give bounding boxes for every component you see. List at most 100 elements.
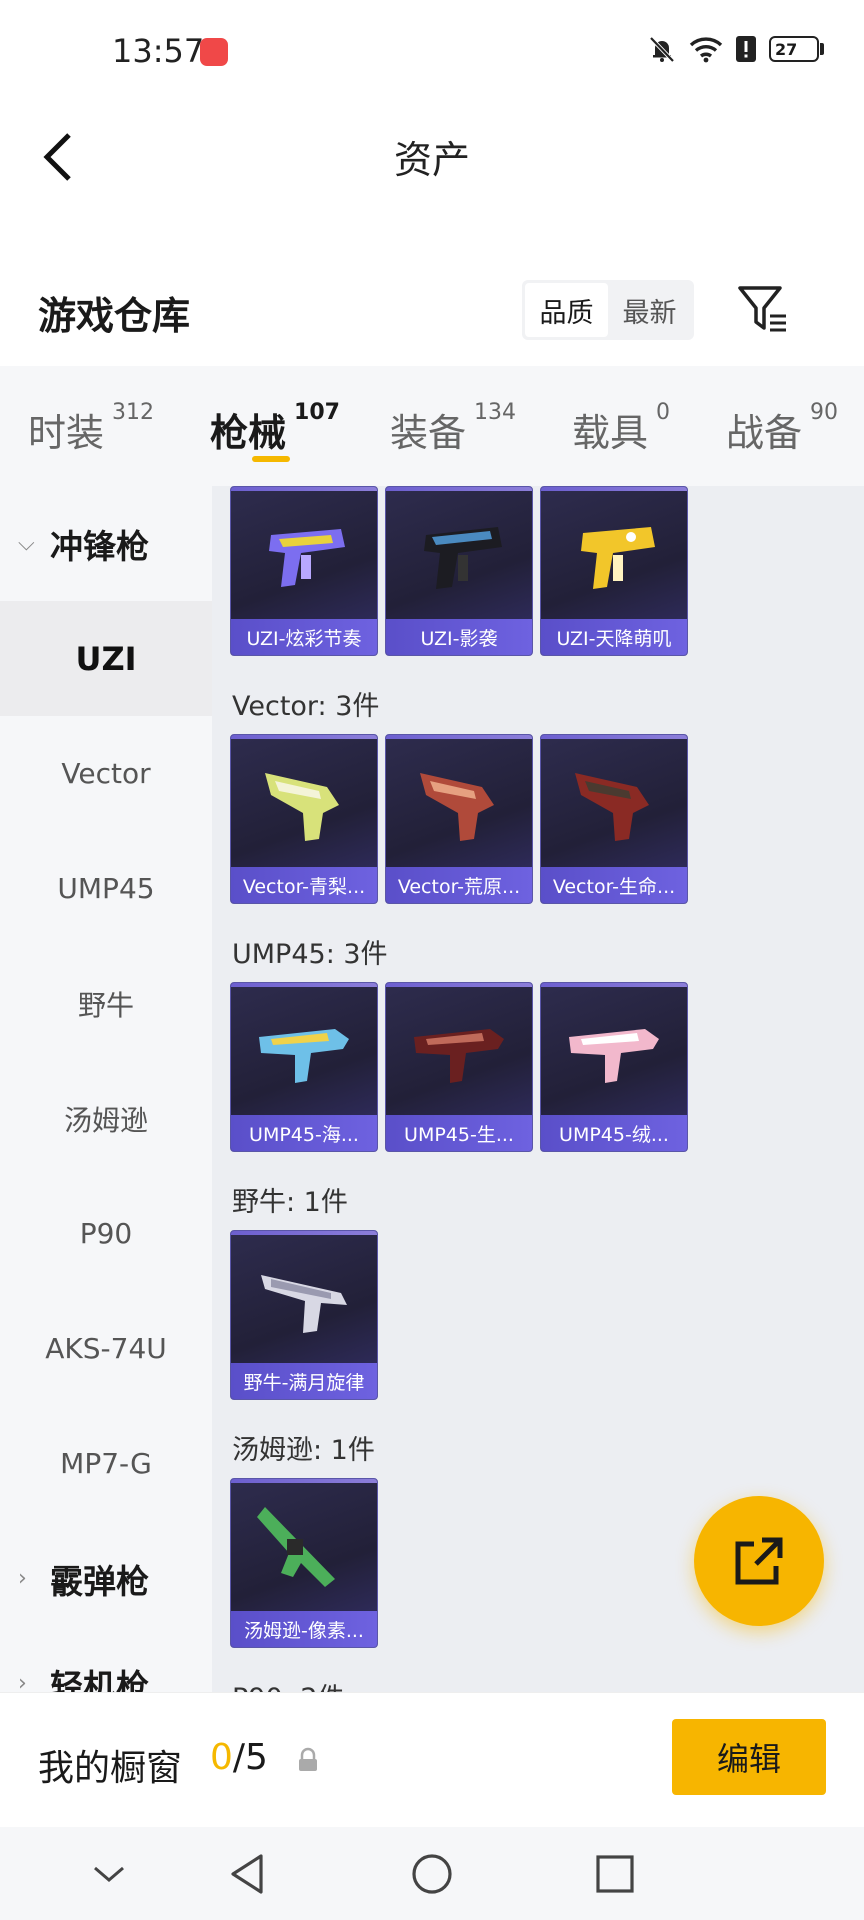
skin-row-ump45: UMP45-海... UMP45-生... UMP45-绒... [230, 982, 688, 1152]
skin-card[interactable]: UMP45-生... [385, 982, 533, 1152]
skin-card[interactable]: UMP45-绒... [540, 982, 688, 1152]
sidebar-item-p90[interactable]: P90 [0, 1176, 212, 1291]
skin-row-vector: Vector-青梨... Vector-荒原... Vector-生命... [230, 734, 688, 904]
bizon-gun-art [261, 1275, 347, 1333]
sort-toggle: 品质 最新 [522, 280, 694, 340]
tab-equipment[interactable]: 装备 134 [390, 400, 517, 457]
sidebar-item-uzi[interactable]: UZI [0, 601, 212, 716]
weapon-type-sidebar: ⌵ 冲锋枪 UZI Vector UMP45 野牛 汤姆逊 P90 AKS-74… [0, 486, 212, 1692]
battery-icon: 27 [769, 36, 824, 62]
sidebar-item-aks74u[interactable]: AKS-74U [0, 1291, 212, 1406]
sidebar-item-ump45[interactable]: UMP45 [0, 831, 212, 946]
skin-card-label: Vector-生命... [541, 867, 687, 903]
system-nav-bar [0, 1827, 864, 1920]
showcase-label: 我的橱窗 [38, 1748, 183, 1789]
tab-label: 时装 [28, 411, 105, 455]
wifi-icon [689, 37, 723, 63]
sidebar-group-label: 轻机枪 [50, 1666, 149, 1693]
tab-count: 0 [656, 400, 671, 425]
skin-row-bizon: 野牛-满月旋律 [230, 1230, 378, 1400]
tab-count: 312 [112, 400, 155, 425]
sidebar-group-shotgun[interactable]: › 霰弹枪 [0, 1521, 212, 1636]
tab-vehicles[interactable]: 载具 0 [572, 400, 671, 457]
sidebar-item-thompson[interactable]: 汤姆逊 [0, 1061, 212, 1176]
nav-back-button[interactable] [222, 1849, 272, 1899]
skin-card-label: 野牛-满月旋律 [231, 1363, 377, 1399]
ump45-gun-art [259, 1029, 349, 1083]
vector-gun-art [420, 773, 494, 841]
skin-card-label: Vector-青梨... [231, 867, 377, 903]
app-notification-icon [200, 38, 228, 66]
mute-bell-icon [649, 36, 675, 63]
chevron-right-icon: › [18, 1671, 27, 1692]
showcase-total: /5 [232, 1737, 268, 1778]
uzi-gun-art [581, 527, 655, 589]
skin-card[interactable]: Vector-青梨... [230, 734, 378, 904]
sidebar-group-label: 冲锋枪 [50, 526, 149, 566]
skin-card[interactable]: Vector-荒原... [385, 734, 533, 904]
thompson-gun-art [257, 1507, 335, 1587]
vector-gun-art [265, 773, 339, 841]
skin-card-label: UZI-炫彩节奏 [231, 619, 377, 655]
tab-label: 枪械 [210, 411, 287, 455]
section-title-vector: Vector: 3件 [232, 691, 380, 722]
sidebar-item-bizon[interactable]: 野牛 [0, 946, 212, 1061]
warehouse-title: 游戏仓库 [38, 294, 191, 338]
skin-card[interactable]: Vector-生命... [540, 734, 688, 904]
tab-firearms[interactable]: 枪械 107 [210, 400, 340, 457]
skin-card[interactable]: UZI-天降萌叽 [540, 486, 688, 656]
triangle-back-icon [231, 1854, 263, 1894]
chevron-right-icon: › [18, 1566, 27, 1591]
skin-card-label: 汤姆逊-像素... [231, 1611, 377, 1647]
tab-battle-supplies[interactable]: 战备 90 [726, 400, 839, 457]
page-title: 资产 [393, 138, 470, 182]
section-title-p90: P90: 2件 [232, 1676, 345, 1692]
vector-gun-art [575, 773, 649, 841]
chevron-down-icon: ⌵ [18, 531, 35, 556]
lock-icon [299, 1747, 317, 1771]
tab-fashion[interactable]: 时装 312 [28, 400, 155, 457]
tab-label: 战备 [726, 411, 803, 455]
sidebar-group-smg[interactable]: ⌵ 冲锋枪 [0, 486, 212, 601]
sidebar-group-lmg[interactable]: › 轻机枪 [0, 1626, 212, 1693]
tab-count: 90 [810, 400, 839, 425]
active-tab-indicator [252, 456, 290, 462]
sort-by-quality[interactable]: 品质 [525, 283, 608, 337]
section-title-bizon: 野牛: 1件 [232, 1187, 348, 1218]
skin-card-label: UZI-影袭 [386, 619, 532, 655]
skin-card[interactable]: UMP45-海... [230, 982, 378, 1152]
skin-card[interactable]: 野牛-满月旋律 [230, 1230, 378, 1400]
skin-row-uzi: UZI-炫彩节奏 UZI-影袭 UZI-天降萌叽 [230, 486, 688, 656]
status-time: 13:57 [112, 32, 205, 70]
share-fab[interactable] [694, 1496, 824, 1626]
alert-icon [736, 36, 756, 62]
tab-label: 装备 [390, 411, 467, 455]
edit-button[interactable]: 编辑 [672, 1719, 826, 1795]
skin-card[interactable]: UZI-炫彩节奏 [230, 486, 378, 656]
sidebar-group-label: 霰弹枪 [50, 1561, 149, 1601]
skin-card[interactable]: UZI-影袭 [385, 486, 533, 656]
category-tabs: 时装 312 枪械 107 装备 134 载具 0 战备 90 [0, 366, 864, 486]
nav-home-button[interactable] [407, 1849, 457, 1899]
showcase-count: 0/5 [210, 1737, 268, 1778]
filter-button[interactable] [736, 284, 792, 336]
skin-card-label: UMP45-生... [386, 1115, 532, 1151]
sort-by-newest[interactable]: 最新 [608, 283, 691, 337]
weapon-skin-list: UZI-炫彩节奏 UZI-影袭 UZI-天降萌叽 Vector: 3件 Vect… [212, 486, 864, 1692]
share-icon [735, 1537, 783, 1585]
showcase-bar: 我的橱窗 0/5 编辑 [0, 1692, 864, 1827]
skin-card-label: Vector-荒原... [386, 867, 532, 903]
nav-collapse-button[interactable] [84, 1849, 134, 1899]
sidebar-item-mp7g[interactable]: MP7-G [0, 1406, 212, 1521]
ump45-gun-art [569, 1029, 659, 1083]
skin-row-thompson: 汤姆逊-像素... [230, 1478, 378, 1648]
tab-count: 107 [294, 400, 340, 425]
section-title-ump45: UMP45: 3件 [232, 939, 388, 970]
sidebar-item-vector[interactable]: Vector [0, 716, 212, 831]
skin-card[interactable]: 汤姆逊-像素... [230, 1478, 378, 1648]
tab-count: 134 [474, 400, 517, 425]
skin-card-label: UMP45-绒... [541, 1115, 687, 1151]
status-bar: 13:57 27 [0, 0, 864, 105]
skin-card-label: UMP45-海... [231, 1115, 377, 1151]
nav-recents-button[interactable] [590, 1849, 640, 1899]
